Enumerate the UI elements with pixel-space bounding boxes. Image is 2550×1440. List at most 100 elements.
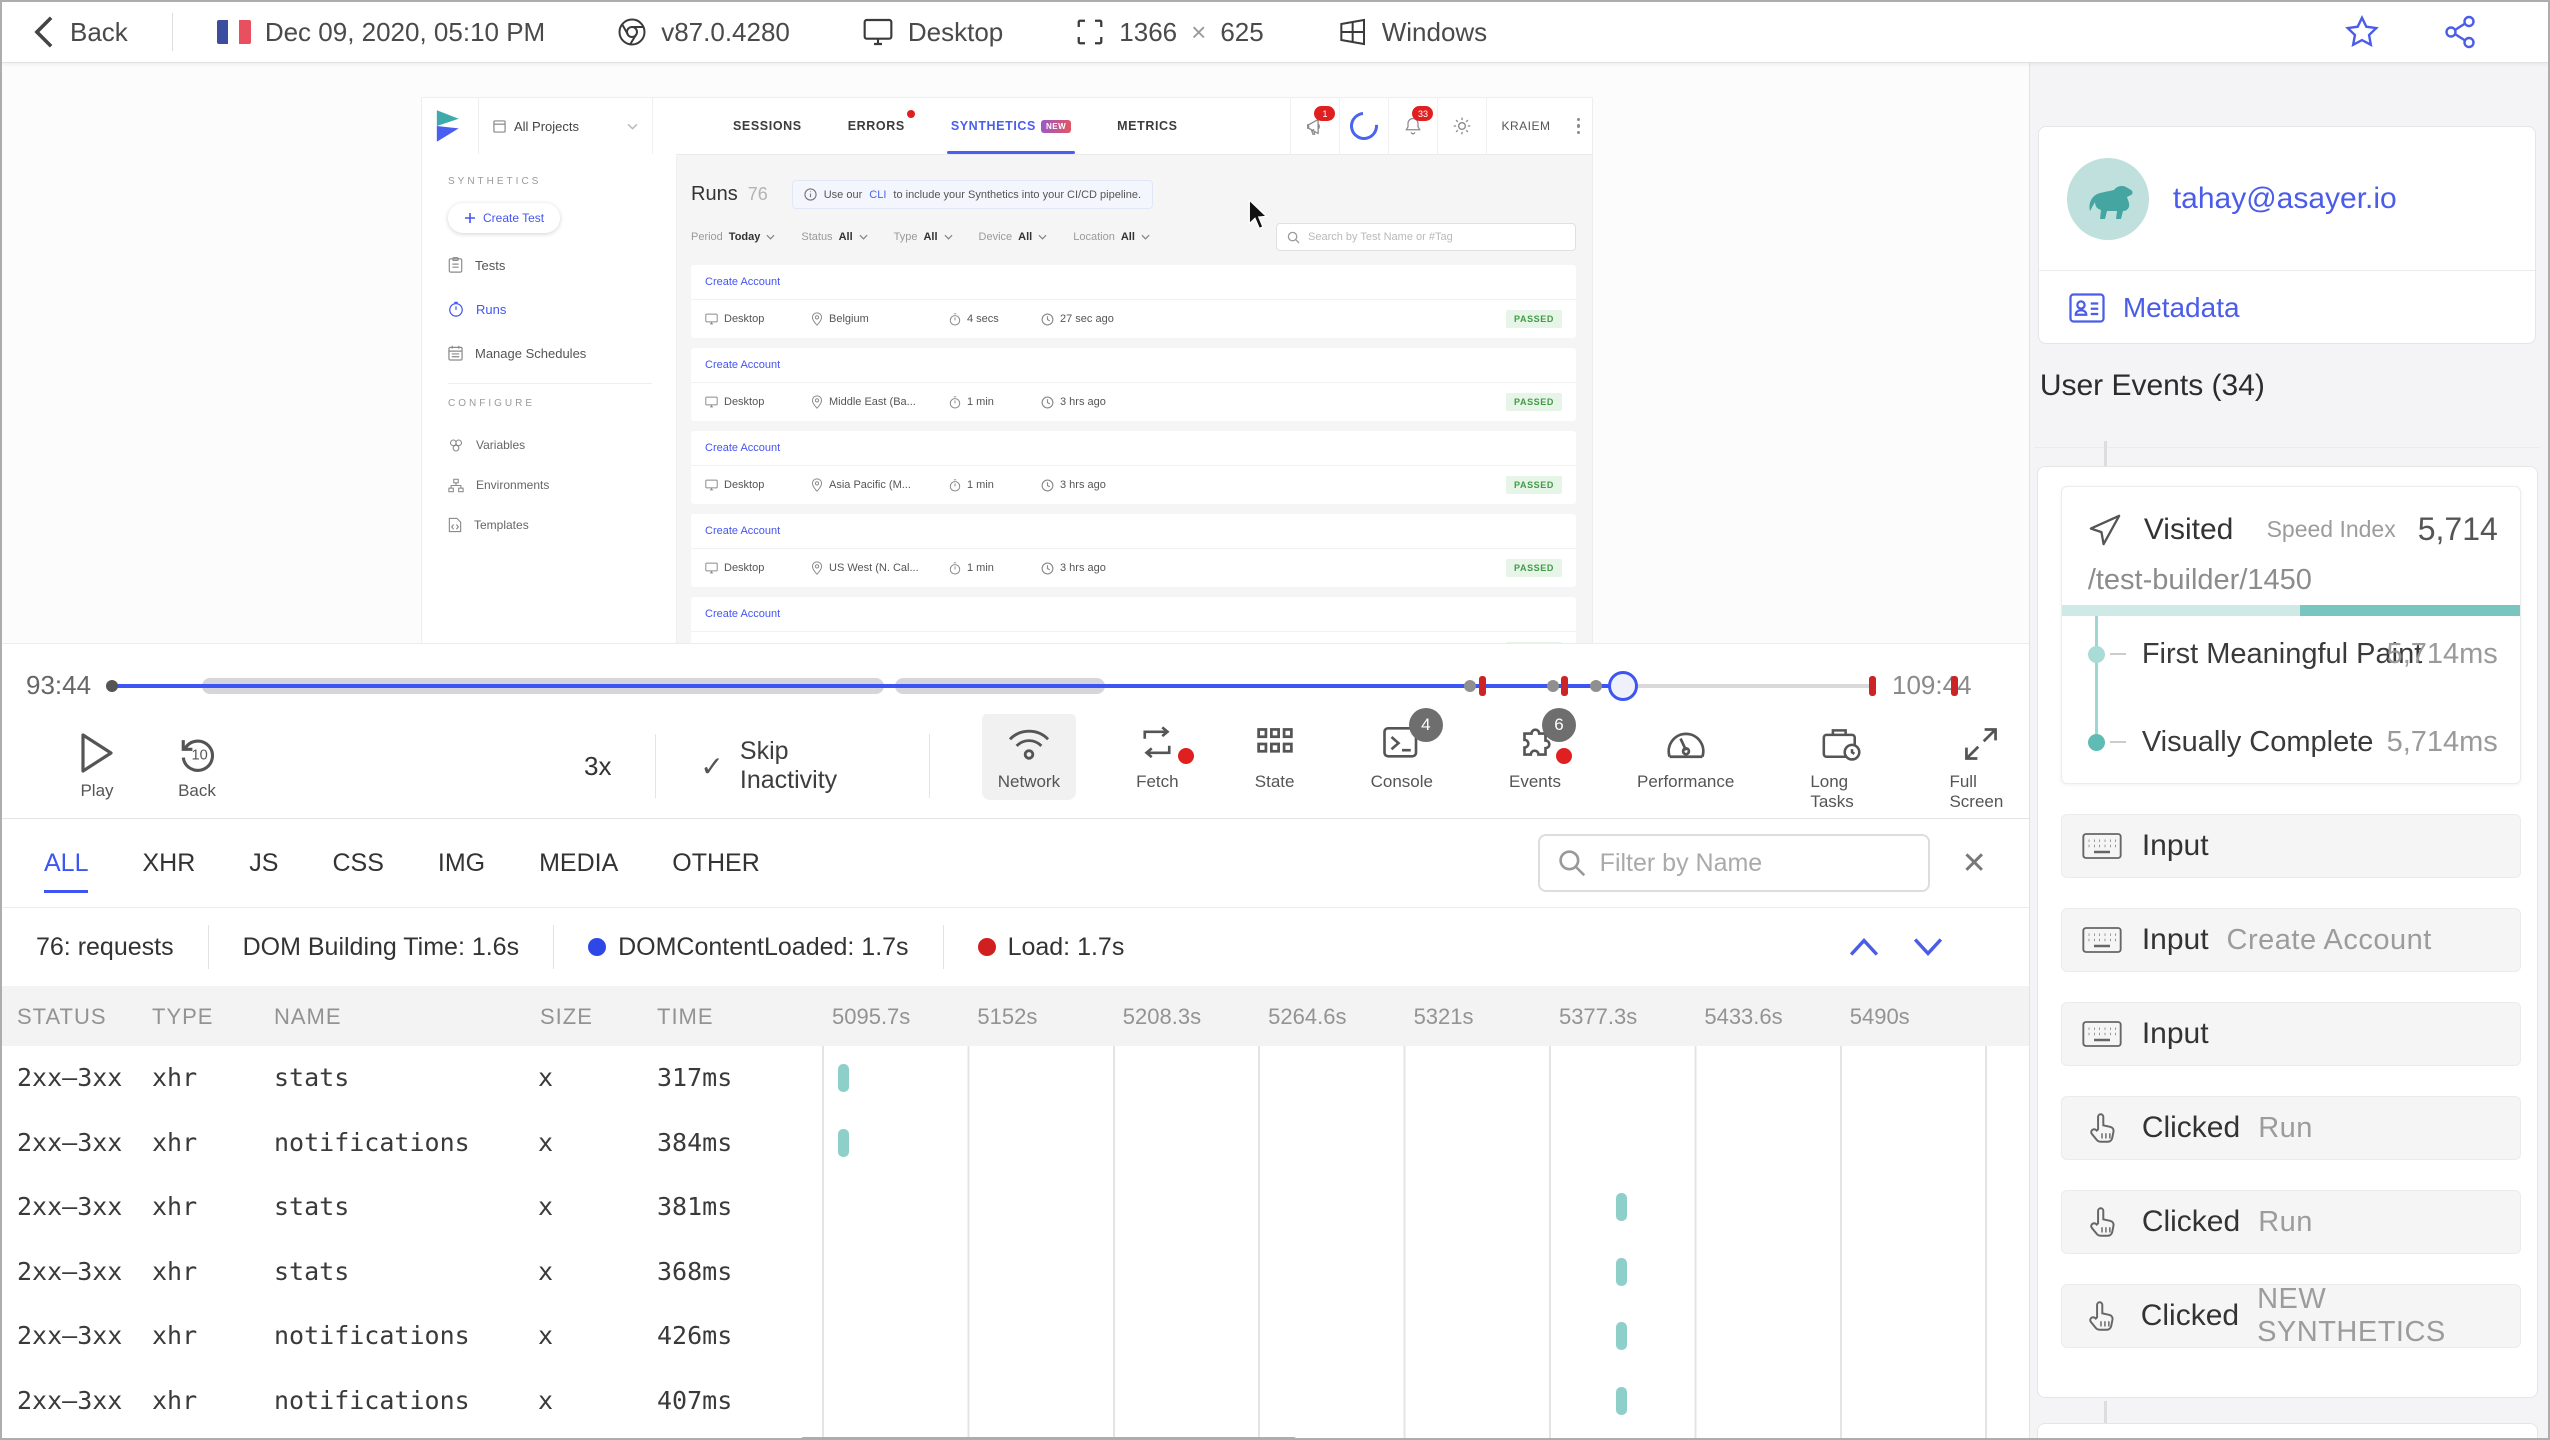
replay-tab-metrics: METRICS [1117,119,1178,133]
events-connector [2103,441,2107,467]
request-time: 407ms [657,1385,733,1415]
replay-app-sidebar: SYNTHETICS Create Test Tests Runs Manage… [422,154,677,643]
back-button[interactable]: Back [32,16,128,48]
user-sidebar: tahay@asayer.io Metadata User Events (34… [2028,63,2548,1438]
network-tab-all[interactable]: ALL [44,819,89,907]
col-type[interactable]: TYPE [152,1004,213,1030]
next-event-group-card [2036,1423,2538,1438]
network-tabs: XHR JS CSS IMG MEDIA OTHER [142,819,813,907]
request-time: 426ms [657,1321,733,1350]
network-tab[interactable]: OTHER [672,819,760,907]
user-email-link[interactable]: tahay@asayer.io [2173,182,2397,216]
event-label: Input [2141,829,2209,862]
events-panel-button[interactable]: 6 Events [1493,708,1577,800]
fetch-panel-button[interactable]: Fetch [1120,712,1195,800]
pointer-hand-icon [2062,1111,2142,1145]
user-event-item[interactable]: Input [2060,814,2521,878]
replay-viewport[interactable]: All Projects SESSIONS ERRORS SYNTHETICS N… [2,63,2029,644]
speed-index-label: Speed Index [2266,516,2396,542]
col-time[interactable]: TIME [657,1004,714,1030]
network-request-row[interactable]: 2xx–3xx xhr notifications x 384ms [2,1111,2029,1176]
share-icon[interactable] [2442,14,2478,50]
metric-dot [2087,733,2105,751]
sidebar-section-title: SYNTHETICS [448,176,542,187]
request-size: x [538,1063,554,1092]
network-tab[interactable]: MEDIA [539,819,618,907]
resolution-height: 625 [1220,16,1264,47]
network-rows: 2xx–3xx xhr stats x 317ms 2xx–3xx xhr no… [2,1046,2029,1433]
events-icon: 6 [1514,708,1576,766]
user-event-item[interactable]: Input [2060,1002,2521,1066]
request-time: 368ms [657,1256,733,1286]
user-events-list: Input Input Create Account Input Clicked… [2060,814,2521,1348]
network-tab[interactable]: JS [249,819,278,907]
time-column-label: 5208.3s [1122,1004,1202,1029]
metadata-button[interactable]: Metadata [2038,270,2535,345]
network-tab[interactable]: XHR [142,819,195,907]
run-location: US West (N. Cal... [811,561,949,575]
filter-device: Device All [979,231,1048,243]
run-row: Desktop Middle East (Ba... 1 min 3 hrs a… [691,383,1576,421]
request-status: 2xx–3xx [17,1256,123,1286]
favorite-star-icon[interactable] [2344,14,2380,50]
back-10-button[interactable]: 10 Back [175,731,219,801]
skip-inactivity-toggle[interactable]: ✓ Skip Inactivity [700,737,884,795]
col-status[interactable]: STATUS [17,1004,107,1030]
network-tab[interactable]: IMG [438,819,485,907]
network-request-row[interactable]: 2xx–3xx xhr stats x 317ms [2,1046,2029,1111]
back-10-icon: 10 [175,731,219,775]
jump-prev-icon[interactable] [1849,937,1879,957]
event-label: Input [2141,923,2209,956]
run-group-card: Create Account Desktop Asia Pacific (M..… [691,431,1576,504]
network-request-row[interactable]: 2xx–3xx xhr stats x 381ms [2,1175,2029,1240]
performance-panel-button[interactable]: Performance [1621,712,1750,800]
timeline-scrubber[interactable] [1608,671,1638,701]
request-size: x [538,1321,554,1350]
long-tasks-icon [1820,722,1864,766]
event-detail: Run [2258,1205,2313,1238]
user-event-item[interactable]: Input Create Account [2060,908,2521,972]
state-panel-button[interactable]: State [1239,712,1311,800]
event-label: Input [2141,1017,2209,1050]
fetch-icon [1136,722,1195,766]
filter-placeholder: Filter by Name [1599,848,1763,877]
run-group-card: Create Account Desktop Belgium 4 secs 27… [691,265,1576,338]
time-column-label: 5377.3s [1558,1004,1638,1029]
run-status-badge: PASSED [1506,642,1562,643]
play-button[interactable]: Play [77,731,117,801]
dom-content-loaded: DOMContentLoaded: 1.7s [553,925,942,969]
sidebar-item-tests: Tests [448,243,676,287]
speed-button[interactable]: 3x [584,751,611,782]
time-column-label: 5095.7s [832,1004,911,1029]
sidebar-item-runs: Runs [448,287,676,331]
user-event-item[interactable]: Clicked NEW SYNTHETICS [2060,1283,2521,1348]
full-screen-button[interactable]: Full Screen [1933,712,2028,820]
run-device: Desktop [705,479,811,491]
visited-event-card[interactable]: Visited Speed Index 5,714 /test-builder/… [2060,486,2521,784]
network-request-row[interactable]: 2xx–3xx xhr notifications x 407ms [2,1369,2029,1434]
console-badge: 4 [1408,708,1443,742]
events-badge: 6 [1541,708,1576,742]
request-time: 381ms [657,1192,733,1221]
filter-by-name-input[interactable]: Filter by Name [1537,834,1930,892]
user-event-item[interactable]: Clicked Run [2060,1190,2521,1254]
long-tasks-panel-button[interactable]: Long Tasks [1794,712,1889,820]
request-waterfall-bar [838,1128,849,1157]
fetch-red-dot [1178,748,1195,764]
user-event-item[interactable]: Clicked Run [2060,1096,2521,1160]
network-tab[interactable]: CSS [332,819,383,907]
kebab-menu-icon [1565,117,1593,135]
close-panel-icon[interactable]: ✕ [1962,846,1987,881]
run-time-ago: 27 sec ago [1041,313,1171,326]
navigate-icon [2088,513,2122,547]
network-request-row[interactable]: 2xx–3xx xhr stats x 368ms [2,1240,2029,1305]
network-panel-button[interactable]: Network [981,712,1077,800]
network-request-row[interactable]: 2xx–3xx xhr notifications x 426ms [2,1304,2029,1369]
current-time-label: 93:44 [26,670,92,700]
jump-next-icon[interactable] [1913,937,1943,957]
visited-label: Visited [2143,512,2234,546]
project-selector: All Projects [478,98,653,154]
console-panel-button[interactable]: 4 Console [1355,708,1449,800]
col-name[interactable]: NAME [274,1004,342,1030]
col-size[interactable]: SIZE [540,1004,593,1030]
